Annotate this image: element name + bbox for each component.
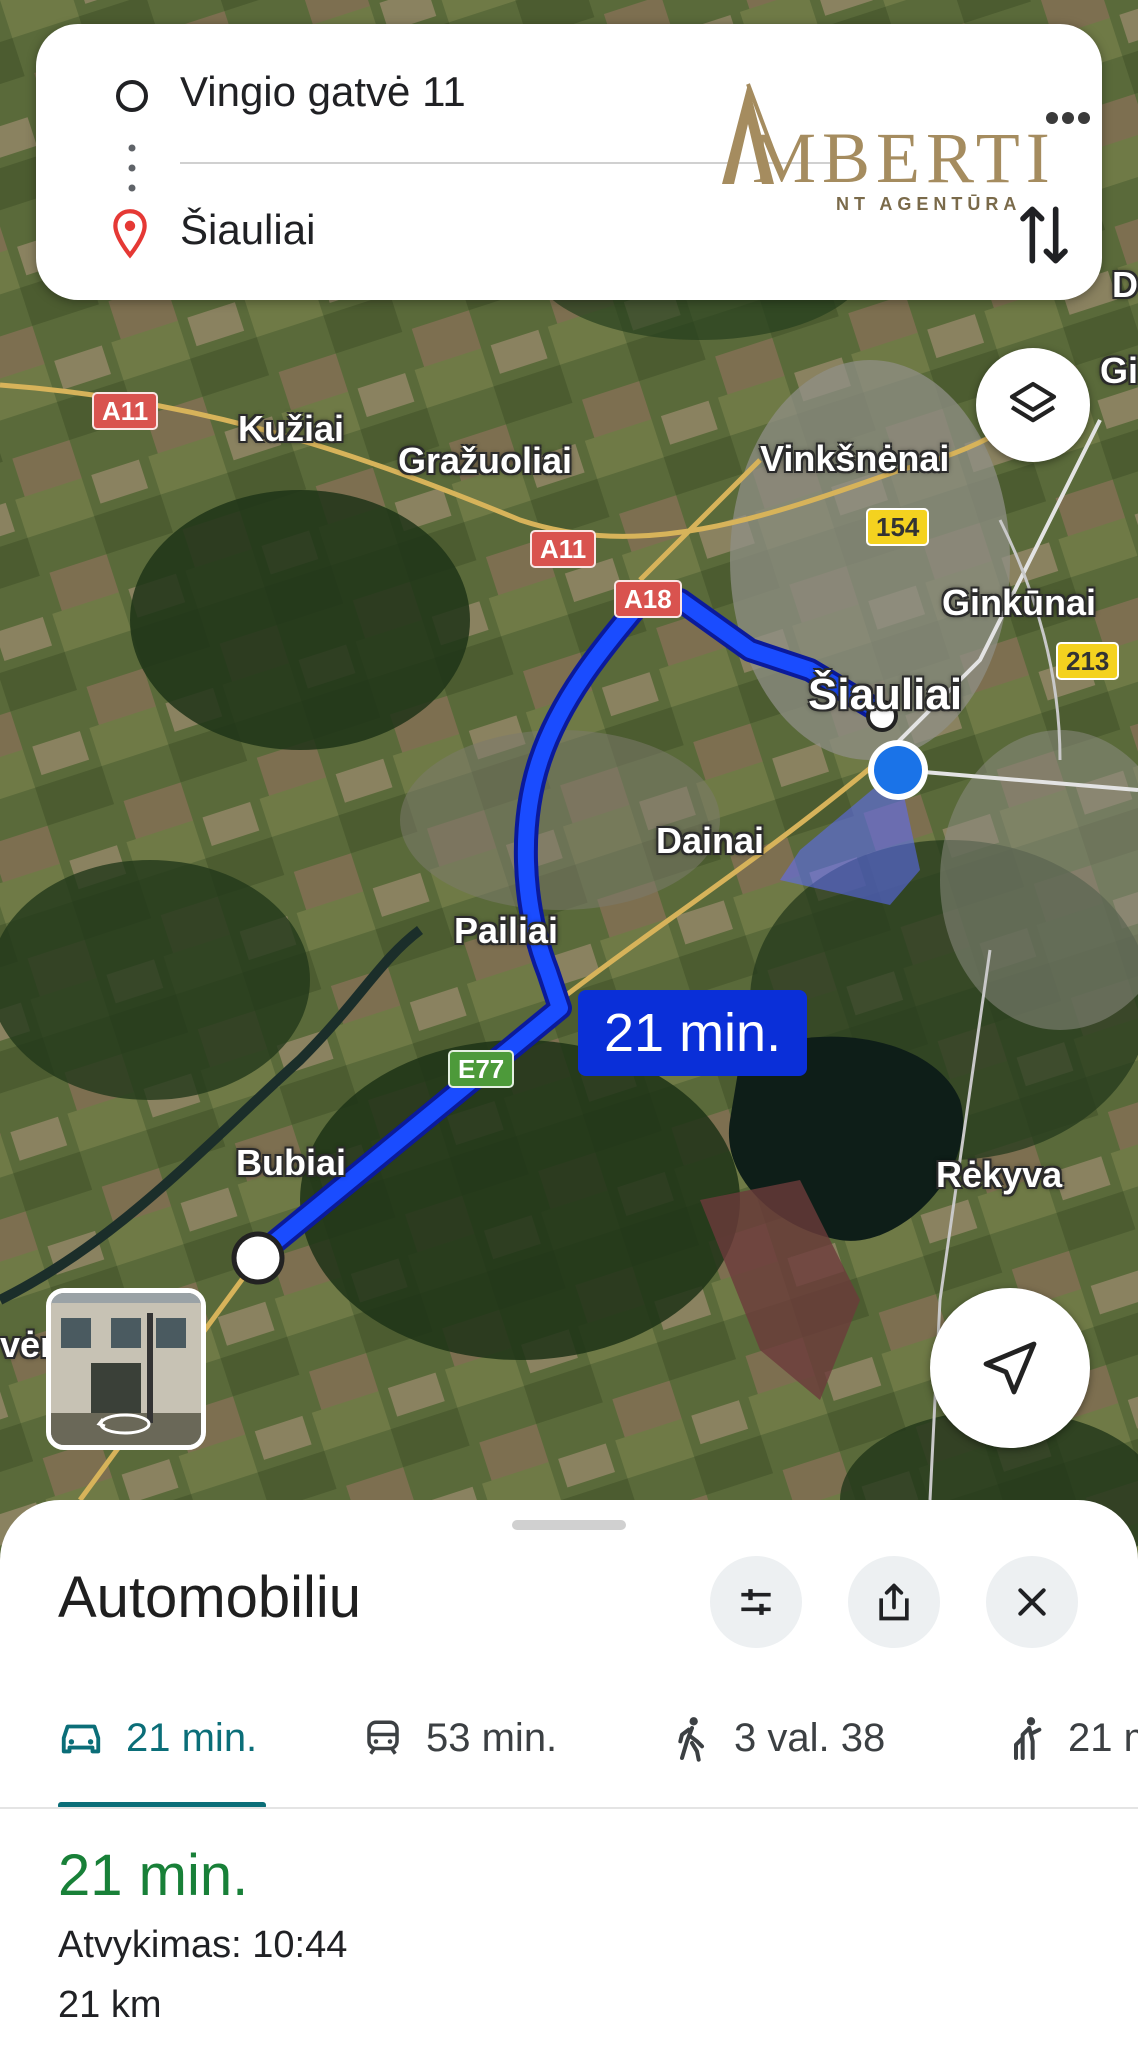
place-label-dainai: Dainai [656,820,765,861]
route-arrival-time: Atvykimas: 10:44 [58,1924,348,1966]
sheet-drag-handle[interactable] [512,1520,626,1530]
place-label-grazuoliai: Gražuoliai [398,440,573,481]
car-icon [61,1724,101,1754]
tab-walking-label: 3 val. 38 [734,1715,886,1760]
route-summary-time: 21 min. [58,1843,249,1908]
share-button[interactable] [848,1556,940,1648]
close-icon [1018,1588,1046,1616]
my-location-button[interactable] [930,1288,1090,1448]
ride-icon [1014,1717,1042,1760]
close-button[interactable] [986,1556,1078,1648]
place-label-vinksnenai: Vinkšnėnai [760,438,950,479]
place-label-kuziai: Kužiai [238,408,345,449]
tab-transit[interactable]: 53 min. [362,1712,557,1764]
share-icon [879,1583,909,1621]
destination-field[interactable]: Šiauliai [180,206,315,254]
tab-transit-label: 53 min. [426,1715,558,1760]
road-shield-213: 213 [1056,642,1120,680]
tab-driving-label: 21 min. [126,1715,258,1760]
tab-ride[interactable]: 21 m [1006,1712,1138,1764]
tab-divider [0,1807,1138,1809]
navigation-arrow-icon [983,1341,1037,1395]
road-shield-e77: E77 [448,1050,515,1088]
place-label-edge-right-2: Gi [1100,350,1138,391]
tab-ride-label: 21 m [1068,1715,1138,1760]
rotate-360-icon [96,1413,151,1435]
road-shield-154: 154 [866,508,930,546]
tab-walking[interactable]: 3 val. 38 [672,1712,885,1764]
route-distance: 21 km [58,1984,162,2026]
amberti-logo-image: MBERTI NT AGENTŪRA [722,83,1090,214]
road-shield-a11-mid: A11 [530,530,597,568]
origin-field[interactable]: Vingio gatvė 11 [180,68,466,116]
svg-text:NT AGENTŪRA: NT AGENTŪRA [836,194,1021,214]
transit-icon [367,1720,399,1755]
svg-text:MBERTI: MBERTI [752,118,1056,198]
place-label-pailiai: Pailiai [454,910,559,951]
map-layers-button[interactable] [976,348,1090,462]
route-duration-badge[interactable]: 21 min. [578,990,808,1076]
route-dots-icon [128,144,136,192]
walk-icon [678,1717,704,1762]
route-options-button[interactable] [710,1556,802,1648]
road-shield-a18: A18 [614,580,682,618]
layers-icon [1009,381,1057,423]
place-label-ginkunai: Ginkūnai [942,582,1097,623]
amberti-logo: MBERTI NT AGENTŪRA [712,54,1112,214]
road-shield-a11-left: A11 [92,392,159,430]
place-label-edge-right-top: D [1112,264,1138,305]
tune-icon [741,1589,771,1615]
travel-mode-title: Automobiliu [58,1565,362,1630]
place-label-bubiai: Bubiai [236,1142,347,1183]
directions-bottom-sheet: Automobiliu 21 min. 53 min. 3 val. 38 21… [0,1500,1138,2046]
swap-directions-icon[interactable] [1016,200,1072,270]
route-input-card: Vingio gatvė 11 Šiauliai MBERTI NT AGENT… [36,24,1102,300]
origin-circle-icon [116,80,148,112]
destination-pin-icon [113,209,147,259]
street-view-thumbnail[interactable] [46,1288,206,1450]
place-label-rekyva: Rėkyva [936,1154,1063,1195]
place-label-siauliai: Šiauliai [808,670,963,719]
tab-driving[interactable]: 21 min. [58,1712,257,1764]
